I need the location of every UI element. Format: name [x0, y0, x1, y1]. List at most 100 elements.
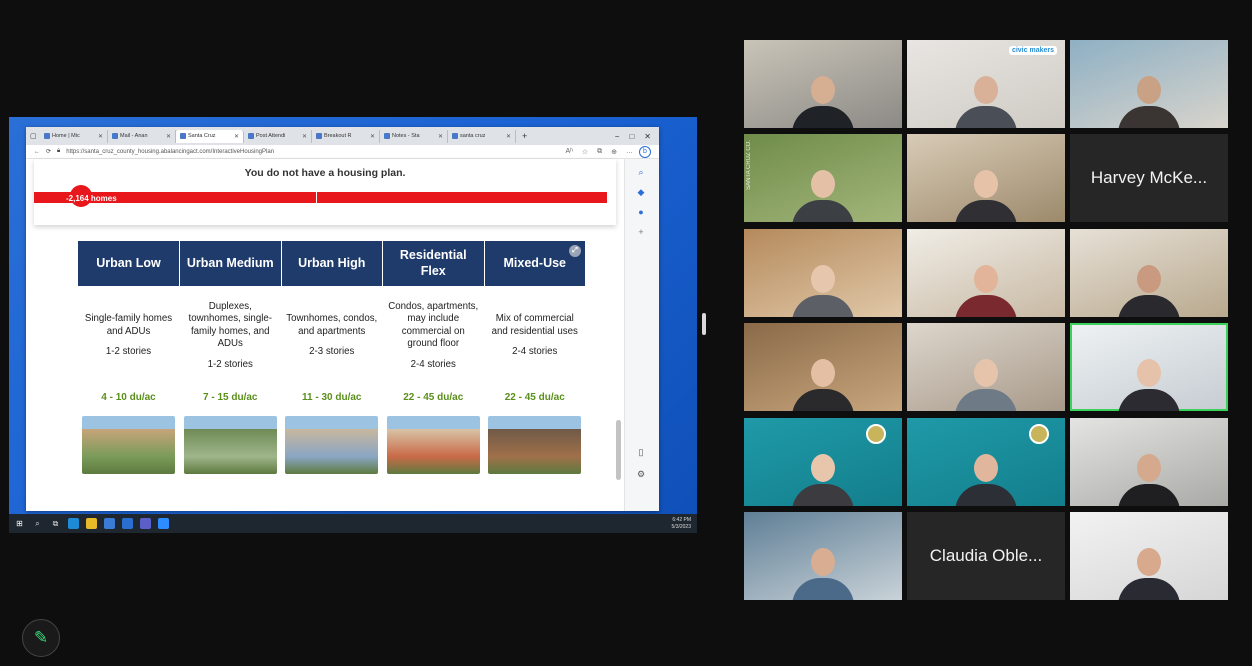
window-controls: − □ ✕ — [615, 132, 659, 141]
task-view-icon[interactable]: ⧉ — [50, 518, 61, 529]
participant-video-tile[interactable] — [907, 229, 1065, 317]
tab-actions-icon[interactable]: ▢ — [30, 132, 40, 140]
participant-name-tile[interactable]: Harvey McKe... — [1070, 134, 1228, 222]
zoom-icon[interactable] — [158, 518, 169, 529]
participant-figure — [955, 76, 1017, 128]
split-view-divider[interactable] — [702, 313, 706, 335]
browser-tab[interactable]: santa cruz ✕ — [448, 129, 516, 143]
participant-name-tile[interactable]: Claudia Oble... — [907, 512, 1065, 600]
taskbar-clock[interactable]: 6:42 PM 5/3/2023 — [672, 517, 697, 530]
windows-start-icon[interactable]: ⊞ — [14, 518, 25, 529]
tab-label: Mail - Anan — [120, 133, 148, 139]
outlook-icon[interactable]: ● — [634, 205, 648, 219]
zone-name: Urban Low — [96, 255, 161, 270]
scrollbar-thumb[interactable] — [616, 420, 621, 480]
participant-figure — [955, 170, 1017, 222]
participant-video-tile[interactable] — [744, 323, 902, 411]
close-tab-icon[interactable]: ✕ — [302, 133, 307, 140]
page-scrollbar[interactable] — [615, 195, 622, 511]
participant-video-tile[interactable] — [744, 418, 902, 506]
tab-label: Santa Cruz — [188, 133, 216, 139]
zone-density: 11 - 30 du/ac — [281, 386, 383, 410]
close-tab-icon[interactable]: ✕ — [166, 133, 171, 140]
zone-density: 22 - 45 du/ac — [484, 386, 586, 410]
participant-video-tile[interactable] — [907, 418, 1065, 506]
participant-video-tile[interactable] — [744, 229, 902, 317]
zone-stories: 2-3 stories — [309, 346, 355, 358]
bing-icon[interactable]: b — [639, 145, 651, 158]
zone-description: Duplexes, townhomes, single-family homes… — [188, 300, 272, 350]
address-bar-url[interactable]: https://santa_cruz_county_housing.abalan… — [66, 149, 559, 155]
tab-label: Breakout R — [324, 133, 352, 139]
zone-name: Urban High — [298, 255, 366, 270]
zone-stories: 2-4 stories — [512, 346, 558, 358]
participant-video-tile[interactable] — [1070, 229, 1228, 317]
zone-image-cell — [382, 410, 485, 482]
table-expand-icon[interactable]: ⤢ — [569, 245, 581, 257]
web-page: You do not have a housing plan. -2,164 h… — [26, 159, 624, 511]
close-window-button[interactable]: ✕ — [644, 132, 651, 141]
participant-video-tile[interactable] — [907, 134, 1065, 222]
shopping-icon[interactable]: ◆ — [634, 185, 648, 199]
close-tab-icon[interactable]: ✕ — [370, 133, 375, 140]
participant-video-tile[interactable] — [1070, 418, 1228, 506]
address-bar-tools: Aʰ ☆ ⧉ ⊕ … — [565, 148, 633, 156]
browser-tab[interactable]: Santa Cruz ✕ — [176, 129, 244, 143]
browser-window: ▢ Home | Mic ✕ Mail - Anan ✕ Santa Cruz ✕ Post… — [26, 127, 659, 511]
mail-icon[interactable] — [122, 518, 133, 529]
participant-video-tile[interactable] — [1070, 512, 1228, 600]
refresh-icon[interactable]: ⟳ — [46, 148, 51, 155]
close-tab-icon[interactable]: ✕ — [438, 133, 443, 140]
browser-tab[interactable]: Home | Mic ✕ — [40, 129, 108, 143]
participant-video-tile[interactable]: SANTA CRUZ CO. — [744, 134, 902, 222]
favorite-star-icon[interactable]: ☆ — [582, 148, 588, 156]
annotate-button[interactable]: ✎ — [22, 619, 60, 657]
zone-stories: 1-2 stories — [105, 346, 152, 358]
zone-name: Urban Medium — [186, 255, 274, 270]
zoning-description-row: Single-family homes and ADUs 1-2 stories D… — [78, 286, 586, 386]
file-explorer-icon[interactable] — [86, 518, 97, 529]
zone-stories: 2-4 stories — [410, 358, 456, 370]
restore-button[interactable]: □ — [629, 132, 634, 141]
participant-figure — [1118, 265, 1180, 317]
participant-video-tile[interactable]: civic makers — [907, 40, 1065, 128]
zoning-table: Urban Low Urban Medium Urban High Residenti… — [78, 241, 586, 482]
collections-icon[interactable]: ⧉ — [597, 148, 602, 156]
extensions-icon[interactable]: ⊕ — [611, 148, 617, 156]
add-sidebar-icon[interactable]: + — [634, 225, 648, 239]
participant-video-tile[interactable] — [907, 323, 1065, 411]
browser-tab[interactable]: Mail - Anan ✕ — [108, 129, 176, 143]
housing-progress-midline — [316, 192, 317, 203]
teams-icon[interactable] — [140, 518, 151, 529]
read-aloud-icon[interactable]: Aʰ — [565, 148, 572, 156]
taskbar-search-icon[interactable]: ⌕ — [32, 518, 43, 529]
zone-example-image — [82, 416, 175, 474]
participant-video-tile[interactable] — [1070, 40, 1228, 128]
browser-tab[interactable]: Post Attendi ✕ — [244, 129, 312, 143]
back-icon[interactable]: ← — [34, 149, 40, 155]
tab-favicon-icon — [44, 133, 50, 139]
split-screen-icon[interactable]: ▯ — [634, 445, 648, 459]
zoning-header-row: Urban Low Urban Medium Urban High Residenti… — [78, 241, 586, 286]
taskbar-time: 6:42 PM — [672, 517, 691, 524]
close-tab-icon[interactable]: ✕ — [234, 133, 239, 140]
participant-video-tile[interactable] — [744, 512, 902, 600]
zone-description: Single-family homes and ADUs — [84, 313, 173, 337]
zone-density: 22 - 45 du/ac — [382, 386, 485, 410]
browser-tab[interactable]: Notes - Sta ✕ — [380, 129, 448, 143]
search-icon[interactable]: ⌕ — [634, 165, 648, 179]
participant-video-tile[interactable] — [744, 40, 902, 128]
shared-screen: ▢ Home | Mic ✕ Mail - Anan ✕ Santa Cruz ✕ Post… — [9, 117, 697, 533]
participant-figure — [1118, 76, 1180, 128]
participant-video-tile[interactable] — [1070, 323, 1228, 411]
more-menu-icon[interactable]: … — [626, 148, 633, 156]
store-icon[interactable] — [104, 518, 115, 529]
browser-tab[interactable]: Breakout R ✕ — [312, 129, 380, 143]
new-tab-button[interactable]: + — [516, 131, 533, 141]
settings-icon[interactable]: ⚙ — [634, 467, 648, 481]
close-tab-icon[interactable]: ✕ — [506, 133, 511, 140]
edge-icon[interactable] — [68, 518, 79, 529]
minimize-button[interactable]: − — [615, 132, 620, 141]
close-tab-icon[interactable]: ✕ — [98, 133, 103, 140]
zone-description: Mix of commercial and residential uses — [491, 313, 578, 337]
